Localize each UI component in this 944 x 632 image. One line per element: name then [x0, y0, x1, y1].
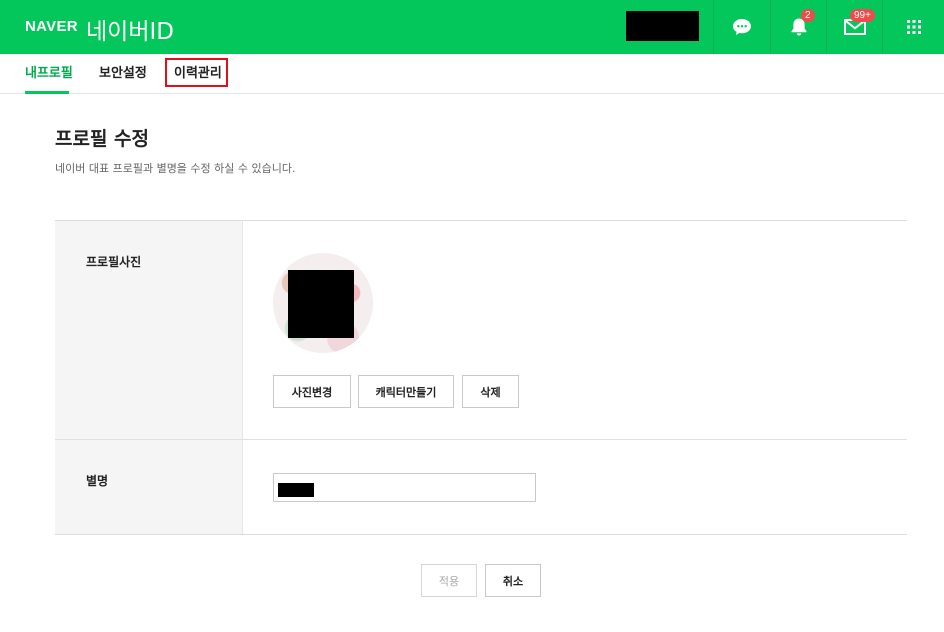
mail-badge: 99+ [850, 9, 875, 22]
tab-my-profile[interactable]: 내프로필 [25, 54, 73, 94]
cancel-button[interactable]: 취소 [485, 564, 541, 597]
nickname-label: 별명 [86, 474, 109, 488]
user-account-redacted[interactable] [626, 11, 699, 41]
notifications-button[interactable]: 2 [770, 0, 826, 54]
service-title[interactable]: 네이버ID [86, 12, 174, 46]
profile-photo [273, 253, 373, 353]
change-photo-button[interactable]: 사진변경 [273, 375, 351, 408]
tab-history-highlight [165, 58, 228, 87]
apply-button[interactable]: 적용 [421, 564, 477, 597]
nickname-redacted [278, 483, 314, 497]
label-column [55, 221, 243, 534]
mail-button[interactable]: 99+ [826, 0, 882, 54]
tab-security-settings[interactable]: 보안설정 [99, 54, 147, 94]
notification-badge: 2 [801, 9, 815, 22]
profile-photo-redacted [288, 270, 354, 338]
delete-photo-button[interactable]: 삭제 [462, 375, 519, 408]
table-bottom-border [55, 534, 907, 535]
talk-icon [732, 18, 752, 36]
apps-button[interactable] [882, 0, 944, 54]
row-divider [55, 439, 907, 440]
active-tab-indicator [25, 91, 69, 94]
tab-bar: 내프로필 보안설정 이력관리 [0, 54, 944, 94]
apps-grid-icon [906, 19, 922, 35]
profile-photo-label: 프로필사진 [86, 255, 142, 269]
top-header: NAVER 네이버ID 2 99+ [0, 0, 944, 54]
page-title: 프로필 수정 [55, 128, 150, 150]
naver-logo[interactable]: NAVER [25, 18, 78, 35]
nickname-input[interactable] [273, 473, 536, 502]
make-character-button[interactable]: 캐릭터만들기 [358, 375, 454, 408]
profile-form: 프로필사진 사진변경 캐릭터만들기 삭제 별명 [55, 220, 907, 535]
page-description: 네이버 대표 프로필과 별명을 수정 하실 수 있습니다. [55, 162, 296, 175]
talk-button[interactable] [713, 0, 770, 54]
